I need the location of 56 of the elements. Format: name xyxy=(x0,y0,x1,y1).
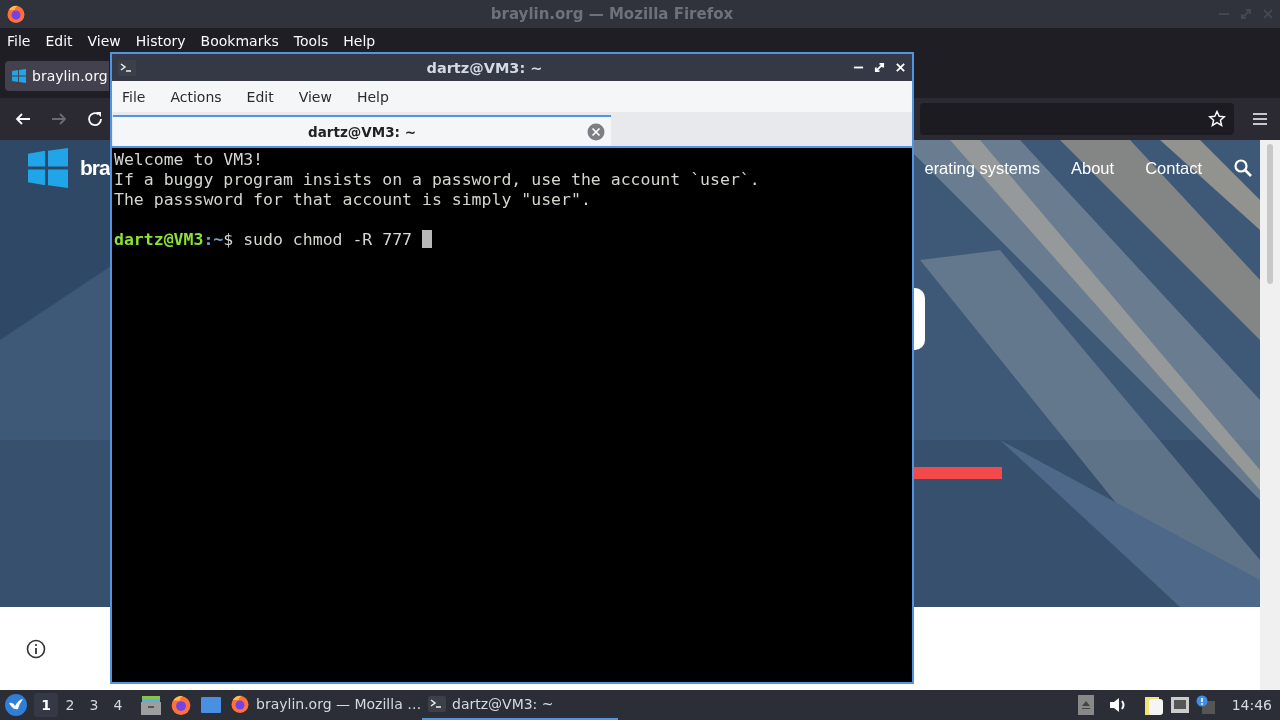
windows-logo-icon xyxy=(12,69,26,83)
notification-icon[interactable] xyxy=(1195,695,1216,715)
nav-link[interactable]: Contact xyxy=(1145,158,1202,178)
menu-item[interactable]: Help xyxy=(343,33,383,49)
prompt-user-host: dartz@VM3 xyxy=(114,230,204,249)
hero-button[interactable] xyxy=(914,288,925,350)
clock: 14:46 xyxy=(1231,697,1272,713)
window-title: braylin.org — Mozilla Firefox xyxy=(489,5,735,23)
menu-item[interactable]: Edit xyxy=(45,33,80,49)
workspace-button[interactable]: 2 xyxy=(58,693,82,717)
browser-tab[interactable]: braylin.org xyxy=(5,61,109,91)
clipboard-icon[interactable] xyxy=(1143,694,1164,716)
menu-item[interactable]: View xyxy=(87,33,128,49)
address-field[interactable] xyxy=(920,103,1234,135)
prompt-symbol: $ xyxy=(223,230,234,249)
task-button[interactable]: braylin.org — Mozilla … xyxy=(224,690,420,720)
firefox-icon xyxy=(230,694,250,714)
eject-icon[interactable] xyxy=(1077,695,1094,715)
menu-item[interactable]: Actions xyxy=(170,88,229,105)
menu-item[interactable]: Edit xyxy=(246,88,281,105)
menu-item[interactable]: File xyxy=(7,33,38,49)
star-icon[interactable] xyxy=(1208,110,1226,128)
text-cursor xyxy=(422,230,433,248)
workspace-button[interactable]: 4 xyxy=(106,693,130,717)
desktop-icon[interactable] xyxy=(200,694,222,716)
menu-item[interactable]: Help xyxy=(356,88,396,105)
network-icon[interactable] xyxy=(1169,696,1190,714)
close-tab-icon[interactable] xyxy=(587,123,605,141)
terminal-line: If a buggy program insists on a password, use the account `user`. xyxy=(114,170,761,190)
terminal-line: Welcome to VM3! xyxy=(114,150,264,170)
terminal-line: The passsword for that account is simply "user". xyxy=(114,190,592,210)
prompt-path: :~ xyxy=(203,230,224,249)
menu-item[interactable]: View xyxy=(298,88,339,105)
workspace-button[interactable]: 3 xyxy=(82,693,106,717)
search-icon[interactable] xyxy=(1233,158,1253,178)
window-title: dartz@VM3: ~ xyxy=(425,59,544,76)
nav-link[interactable]: erating systems xyxy=(924,158,1040,178)
terminal-tab[interactable]: dartz@VM3: ~ xyxy=(113,115,611,146)
windows-logo-icon xyxy=(28,148,68,188)
terminal-icon xyxy=(428,695,446,713)
file-cabinet-icon[interactable] xyxy=(140,694,162,716)
firefox-icon xyxy=(6,4,26,24)
firefox-icon xyxy=(170,694,192,716)
menu-icon[interactable] xyxy=(1252,112,1268,126)
menu-item[interactable]: File xyxy=(122,88,153,105)
workspace-button[interactable]: 1 xyxy=(34,693,58,717)
menu-item[interactable]: Tools xyxy=(293,33,336,49)
terminal-icon xyxy=(118,58,136,77)
command-text: sudo chmod -R 777 xyxy=(243,230,413,249)
site-logo-text: bra xyxy=(80,156,110,180)
scrollbar[interactable] xyxy=(1260,140,1280,690)
menu-item[interactable]: Bookmarks xyxy=(200,33,286,49)
menu-item[interactable]: History xyxy=(135,33,193,49)
info-icon[interactable] xyxy=(26,638,46,659)
reload-icon[interactable] xyxy=(86,110,104,128)
task-button[interactable]: dartz@VM3: ~ xyxy=(422,690,618,720)
